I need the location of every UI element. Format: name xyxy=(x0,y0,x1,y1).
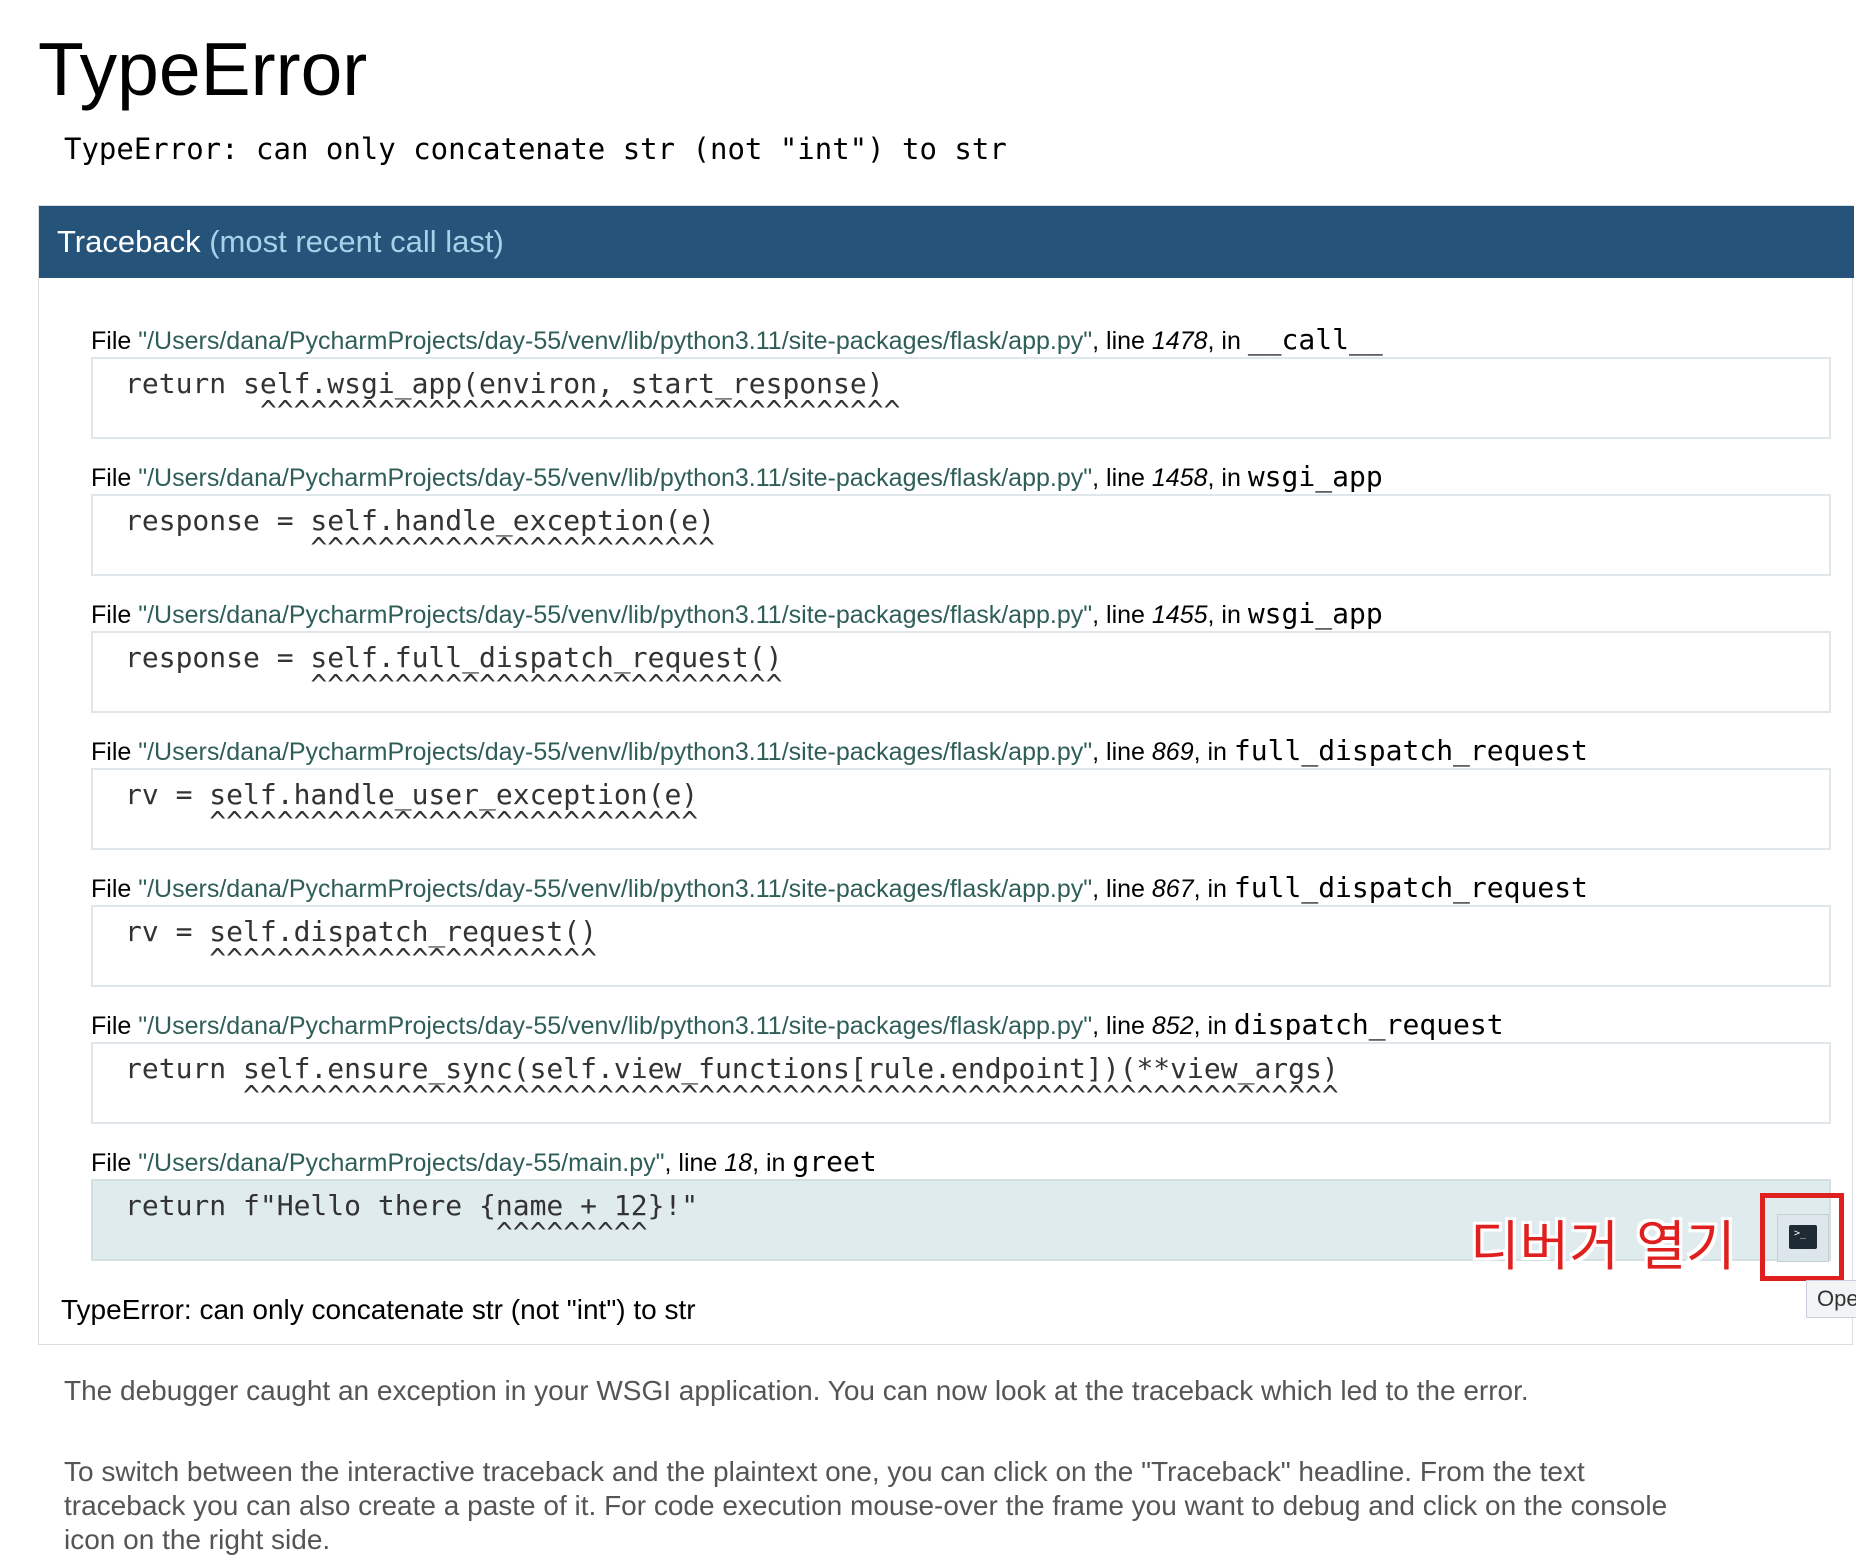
frame-location: File "/Users/dana/PycharmProjects/day-55… xyxy=(91,323,1831,357)
file-path: "/Users/dana/PycharmProjects/day-55/venv… xyxy=(138,327,1093,355)
in-label: , in xyxy=(1193,1012,1234,1040)
line-number: 852 xyxy=(1151,1012,1194,1040)
line-label: , line xyxy=(1092,464,1152,492)
in-label: , in xyxy=(1207,464,1248,492)
line-label: , line xyxy=(664,1149,725,1177)
code-block[interactable]: rv = self.dispatch_request() ^^^^^^^^^^^… xyxy=(91,905,1831,987)
code-block[interactable]: response = self.full_dispatch_request() … xyxy=(91,631,1831,713)
traceback-panel: Traceback (most recent call last) File "… xyxy=(38,205,1854,1345)
page-title: TypeError xyxy=(38,27,368,111)
file-path: "/Users/dana/PycharmProjects/day-55/venv… xyxy=(138,464,1093,492)
file-label: File xyxy=(91,1149,139,1177)
traceback-frame[interactable]: File "/Users/dana/PycharmProjects/day-55… xyxy=(91,1008,1831,1124)
terminal-icon: >_ xyxy=(1789,1225,1817,1249)
traceback-frame[interactable]: File "/Users/dana/PycharmProjects/day-55… xyxy=(91,871,1831,987)
line-label: , line xyxy=(1092,875,1152,903)
line-number: 18 xyxy=(724,1149,753,1177)
explanation-paragraph-2-line-1: To switch between the interactive traceb… xyxy=(64,1456,1585,1487)
function-name: full_dispatch_request xyxy=(1233,871,1588,904)
frame-location: File "/Users/dana/PycharmProjects/day-55… xyxy=(91,597,1831,631)
in-label: , in xyxy=(1193,875,1234,903)
traceback-frame[interactable]: File "/Users/dana/PycharmProjects/day-55… xyxy=(91,460,1831,576)
code-block[interactable]: response = self.handle_exception(e) ^^^^… xyxy=(91,494,1831,576)
frame-location: File "/Users/dana/PycharmProjects/day-55… xyxy=(91,460,1831,494)
open-console-button[interactable]: >_ xyxy=(1777,1214,1829,1262)
in-label: , in xyxy=(1207,601,1248,629)
function-name: dispatch_request xyxy=(1233,1008,1504,1041)
traceback-frame[interactable]: File "/Users/dana/PycharmProjects/day-55… xyxy=(91,734,1831,850)
annotation-open-debugger: 디버거 열기 xyxy=(1470,1215,1736,1278)
line-label: , line xyxy=(1092,738,1152,766)
explanation-paragraph-1: The debugger caught an exception in your… xyxy=(64,1375,1529,1406)
error-marker: ^^^^^^^^^^^^^^^^^^^^^^^ xyxy=(125,942,598,975)
function-name: full_dispatch_request xyxy=(1233,734,1588,767)
frame-location: File "/Users/dana/PycharmProjects/day-55… xyxy=(91,1008,1831,1042)
file-path: "/Users/dana/PycharmProjects/day-55/venv… xyxy=(138,601,1093,629)
function-name: greet xyxy=(792,1145,877,1178)
error-marker: ^^^^^^^^^^^^^^^^^^^^^^^^^^^^^^^^^^^^^^^^… xyxy=(125,1079,1339,1112)
error-marker: ^^^^^^^^^ xyxy=(125,1216,648,1249)
code-block[interactable]: return self.wsgi_app(environ, start_resp… xyxy=(91,357,1831,439)
frame-location: File "/Users/dana/PycharmProjects/day-55… xyxy=(91,1145,1831,1179)
error-message: TypeError: can only concatenate str (not… xyxy=(64,132,1007,166)
line-number: 1458 xyxy=(1151,464,1208,492)
file-label: File xyxy=(91,601,139,629)
traceback-header-sub: (most recent call last) xyxy=(209,224,504,259)
console-tooltip: Ope xyxy=(1806,1280,1856,1318)
line-number: 869 xyxy=(1151,738,1194,766)
frame-location: File "/Users/dana/PycharmProjects/day-55… xyxy=(91,871,1831,905)
line-number: 1455 xyxy=(1151,601,1208,629)
file-path: "/Users/dana/PycharmProjects/day-55/venv… xyxy=(138,875,1093,903)
error-marker: ^^^^^^^^^^^^^^^^^^^^^^^^^^^^^^^^^^^^^^ xyxy=(125,394,901,427)
line-number: 867 xyxy=(1151,875,1194,903)
line-number: 1478 xyxy=(1151,327,1208,355)
function-name: wsgi_app xyxy=(1247,460,1383,493)
code-block[interactable]: rv = self.handle_user_exception(e) ^^^^^… xyxy=(91,768,1831,850)
traceback-frame[interactable]: File "/Users/dana/PycharmProjects/day-55… xyxy=(91,323,1831,439)
line-label: , line xyxy=(1092,1012,1152,1040)
file-path: "/Users/dana/PycharmProjects/day-55/venv… xyxy=(138,738,1093,766)
function-name: __call__ xyxy=(1247,323,1383,356)
in-label: , in xyxy=(752,1149,793,1177)
explanation-paragraph-2-line-3: icon on the right side. xyxy=(64,1524,331,1555)
file-label: File xyxy=(91,738,139,766)
explanation-paragraph-2-line-2: traceback you can also create a paste of… xyxy=(64,1490,1668,1521)
in-label: , in xyxy=(1207,327,1248,355)
file-label: File xyxy=(91,875,139,903)
line-label: , line xyxy=(1092,327,1152,355)
error-marker: ^^^^^^^^^^^^^^^^^^^^^^^^^^^^ xyxy=(125,668,783,701)
code-block[interactable]: return self.ensure_sync(self.view_functi… xyxy=(91,1042,1831,1124)
error-marker: ^^^^^^^^^^^^^^^^^^^^^^^^^^^^^ xyxy=(125,805,699,838)
file-path: "/Users/dana/PycharmProjects/day-55/main… xyxy=(138,1149,665,1177)
error-marker: ^^^^^^^^^^^^^^^^^^^^^^^^ xyxy=(125,531,716,564)
file-path: "/Users/dana/PycharmProjects/day-55/venv… xyxy=(138,1012,1093,1040)
traceback-header[interactable]: Traceback (most recent call last) xyxy=(39,206,1854,278)
in-label: , in xyxy=(1193,738,1234,766)
frame-location: File "/Users/dana/PycharmProjects/day-55… xyxy=(91,734,1831,768)
file-label: File xyxy=(91,327,139,355)
final-error-message: TypeError: can only concatenate str (not… xyxy=(61,1294,696,1325)
function-name: wsgi_app xyxy=(1247,597,1383,630)
file-label: File xyxy=(91,464,139,492)
line-label: , line xyxy=(1092,601,1152,629)
file-label: File xyxy=(91,1012,139,1040)
traceback-header-title[interactable]: Traceback xyxy=(57,224,201,259)
traceback-frame[interactable]: File "/Users/dana/PycharmProjects/day-55… xyxy=(91,597,1831,713)
